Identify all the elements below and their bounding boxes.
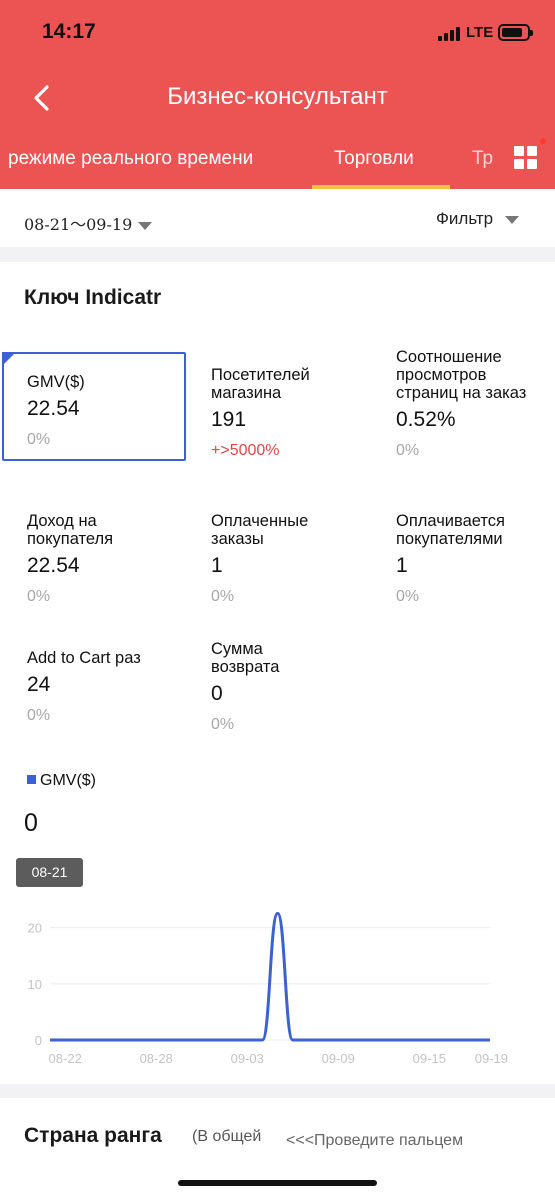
gmv-line-chart[interactable]: 0 10 20 08-22 08-28 09-03 09-09 09-15 09-19 (0, 862, 555, 1072)
metric-label: Add to Cart раз (27, 649, 141, 667)
swipe-hint: <<<Проведите пальцем (286, 1132, 464, 1149)
metric-change: +>5000% (211, 442, 280, 459)
legend-label: GMV($) (40, 772, 96, 789)
status-time: 14:17 (42, 20, 96, 43)
metric-label: Доход на покупателя (27, 512, 114, 548)
country-rank-subtitle: (В общей (192, 1128, 262, 1145)
x-tick-label: 09-15 (413, 1051, 446, 1066)
y-tick-label: 20 (28, 921, 42, 936)
page-title: Бизнес-консультант (167, 83, 388, 110)
metric-paid-orders[interactable]: Оплаченные заказы 1 0% (211, 512, 341, 606)
metric-refund-amount[interactable]: Сумма возврата 0 0% (211, 640, 321, 734)
home-indicator (178, 1180, 377, 1186)
tab-next[interactable]: Тр (472, 148, 502, 170)
metric-value: 22.54 (27, 554, 80, 577)
metric-value: 191 (211, 408, 247, 431)
filter-button[interactable]: Фильтр (436, 209, 520, 229)
tab-realtime[interactable]: режиме реального времени (8, 148, 253, 170)
metric-label: Сумма возврата (211, 640, 280, 676)
metric-label: Посетителей магазина (211, 366, 310, 402)
battery-icon (498, 24, 533, 41)
x-tick-label: 09-03 (231, 1051, 264, 1066)
date-range-label: 08-21～09-19 (24, 215, 133, 234)
caret-down-icon (505, 215, 520, 224)
status-bar: 14:17 LTE (0, 0, 555, 66)
grid-menu-button[interactable] (504, 134, 555, 189)
metric-label: Оплаченные заказы (211, 512, 309, 548)
metric-value: 1 (396, 554, 408, 577)
tab-bar: режиме реального времени Торговли Тр (0, 134, 555, 189)
filter-bar: 08-21～09-19 Фильтр (0, 189, 555, 247)
y-tick-label: 10 (28, 977, 42, 992)
metric-store-visitors[interactable]: Посетителей магазина 191 +>5000% (211, 366, 361, 460)
metric-value: 0 (211, 682, 223, 705)
signal-icon (438, 27, 462, 41)
x-tick-label: 09-19 (475, 1051, 508, 1066)
metric-revenue-per-buyer[interactable]: Доход на покупателя 22.54 0% (27, 512, 177, 606)
selected-outline (2, 352, 186, 461)
notification-dot (540, 138, 546, 144)
caret-down-icon (138, 221, 153, 230)
metric-value: 24 (27, 673, 51, 696)
chart-tooltip-value: 0 (24, 809, 38, 837)
metric-gmv[interactable]: GMV($) 22.54 0% (2, 352, 202, 461)
country-rank-title: Страна ранга (24, 1124, 162, 1147)
key-indicators-card: Ключ Indicatr GMV($) 22.54 0% Посетителе… (0, 262, 555, 1084)
metric-change: 0% (396, 442, 420, 459)
network-label: LTE (466, 24, 494, 41)
key-indicators-title: Ключ Indicatr (24, 286, 162, 309)
x-tick-label: 08-22 (49, 1051, 82, 1066)
metric-add-to-cart[interactable]: Add to Cart раз 24 0% (27, 649, 202, 725)
filter-label: Фильтр (436, 209, 494, 228)
x-tick-label: 08-28 (140, 1051, 173, 1066)
metric-change: 0% (27, 707, 51, 724)
legend-swatch (27, 775, 36, 784)
metric-views-to-order[interactable]: Соотношение просмотров страниц на заказ … (396, 348, 536, 460)
app-screen: 14:17 LTE Бизнес-консультант режиме реал… (0, 0, 555, 1200)
gmv-series-line (50, 911, 490, 1042)
metric-change: 0% (211, 588, 235, 605)
metric-label: Оплачивается покупателями (396, 512, 505, 548)
metric-change: 0% (211, 716, 235, 733)
header: 14:17 LTE Бизнес-консультант режиме реал… (0, 0, 555, 189)
chart-legend: GMV($) (27, 772, 96, 790)
date-range-selector[interactable]: 08-21～09-19 (24, 211, 153, 235)
selected-corner-mark (2, 352, 16, 366)
metric-label: Соотношение просмотров страниц на заказ (396, 348, 527, 402)
tab-trade[interactable]: Торговли (334, 148, 414, 170)
metric-change: 0% (396, 588, 420, 605)
x-tick-label: 09-09 (322, 1051, 355, 1066)
metric-value: 1 (211, 554, 223, 577)
metric-paying-buyers[interactable]: Оплачивается покупателями 1 0% (396, 512, 546, 606)
metric-value: 0.52% (396, 408, 456, 431)
y-tick-label: 0 (35, 1033, 42, 1048)
metric-change: 0% (27, 588, 51, 605)
